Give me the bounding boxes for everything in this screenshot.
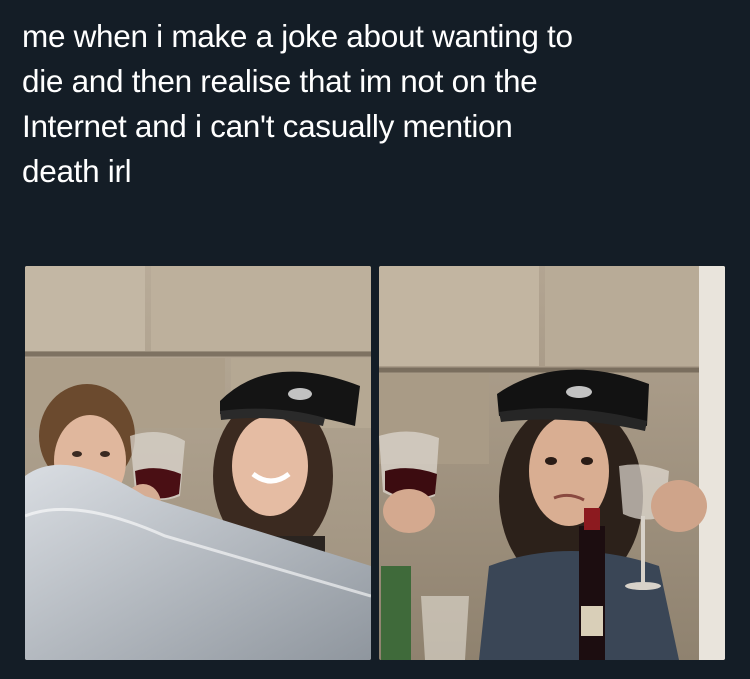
right-photo[interactable] [379,266,725,660]
left-photo[interactable] [25,266,371,660]
left-photo-illustration [25,266,371,660]
tweet-text: me when i make a joke about wanting to d… [22,18,573,189]
right-photo-illustration [379,266,725,660]
